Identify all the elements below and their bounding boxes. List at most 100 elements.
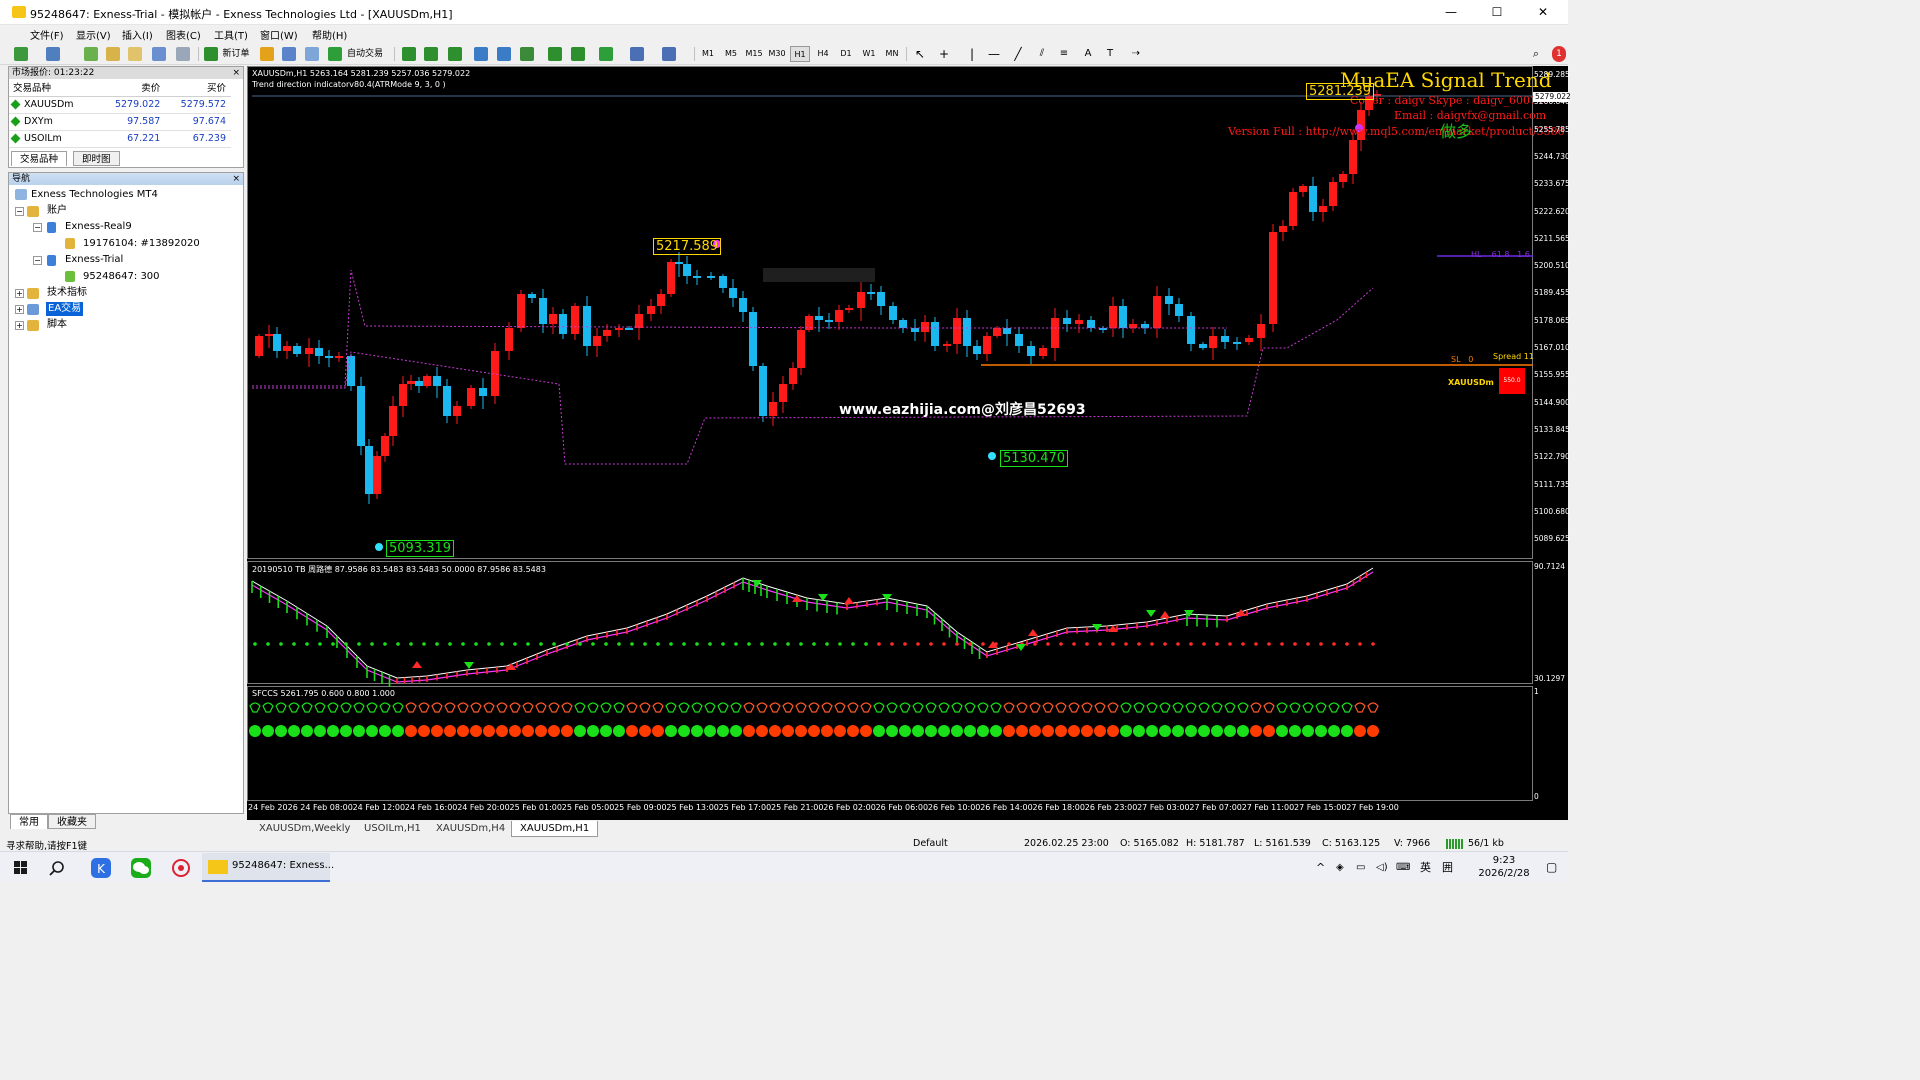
channel-icon[interactable]: ⫽	[1034, 46, 1050, 62]
chart-window[interactable]: XAUUSDm,H1 5263.164 5281.239 5257.036 52…	[247, 66, 1571, 820]
col-bid[interactable]: 卖价	[99, 79, 166, 97]
text-icon[interactable]: A	[1080, 46, 1096, 62]
tree-indicators[interactable]: 技术指标	[47, 286, 87, 300]
col-ask[interactable]: 买价	[165, 79, 231, 97]
new-order-button[interactable]: 新订单	[220, 46, 252, 62]
menu-chart[interactable]: 图表(C)	[166, 27, 201, 42]
tree-expert-advisors[interactable]: EA交易	[46, 302, 84, 316]
trendline-icon[interactable]: ╱	[1010, 46, 1026, 62]
tree-account-real[interactable]: 19176104: #13892020	[83, 237, 200, 251]
menu-window[interactable]: 窗口(W)	[260, 27, 298, 42]
volume-icon[interactable]: ◁)	[1376, 852, 1388, 883]
menu-file[interactable]: 文件(F)	[30, 27, 64, 42]
tree-account-trial[interactable]: 95248647: 300	[83, 270, 160, 284]
search-icon[interactable]: ⌕	[1528, 46, 1544, 62]
bar-chart-icon[interactable]	[402, 47, 416, 61]
tray-expand-icon[interactable]: ^	[1316, 852, 1325, 883]
expand-icon[interactable]: +	[15, 305, 24, 314]
cursor-icon[interactable]: ↖	[912, 46, 928, 62]
arrows-icon[interactable]: ⇢	[1126, 46, 1146, 62]
timeframe-h4[interactable]: H4	[813, 46, 833, 62]
col-symbol[interactable]: 交易品种	[9, 79, 100, 97]
timeframe-m1[interactable]: M1	[698, 46, 718, 62]
tab-favorites[interactable]: 收藏夹	[48, 814, 96, 829]
status-profile[interactable]: Default	[913, 838, 948, 849]
tab-xauusd-h4[interactable]: XAUUSDm,H4	[428, 821, 513, 837]
vertical-line-icon[interactable]: |	[964, 46, 980, 62]
chart-shift-icon[interactable]	[548, 47, 562, 61]
table-row[interactable]: DXYm 97.587 97.674	[9, 113, 231, 131]
market-watch-icon[interactable]	[84, 47, 98, 61]
tree-server-real[interactable]: Exness-Real9	[65, 220, 132, 234]
crosshair-icon[interactable]: +	[936, 46, 952, 62]
network-tool-icon[interactable]	[166, 856, 196, 880]
tile-windows-icon[interactable]	[520, 47, 534, 61]
timeframe-m15[interactable]: M15	[744, 46, 764, 62]
data-window-icon[interactable]	[106, 47, 120, 61]
collapse-icon[interactable]: −	[33, 256, 42, 265]
minimize-button[interactable]: —	[1428, 0, 1474, 25]
close-icon[interactable]: ×	[232, 173, 240, 185]
timeframe-h1[interactable]: H1	[790, 46, 810, 62]
menu-insert[interactable]: 插入(I)	[122, 27, 153, 42]
tab-xauusd-weekly[interactable]: XAUUSDm,Weekly	[251, 821, 358, 837]
tab-usoil-h1[interactable]: USOILm,H1	[356, 821, 429, 837]
menu-help[interactable]: 帮助(H)	[312, 27, 347, 42]
maximize-button[interactable]: ☐	[1474, 0, 1520, 25]
timeframe-m5[interactable]: M5	[721, 46, 741, 62]
terminal-icon[interactable]	[152, 47, 166, 61]
templates-icon[interactable]	[662, 47, 676, 61]
tab-xauusd-h1[interactable]: XAUUSDm,H1	[511, 821, 599, 837]
collapse-icon[interactable]: −	[15, 207, 24, 216]
table-row[interactable]: USOILm 67.221 67.239	[9, 130, 231, 148]
zoom-in-icon[interactable]	[474, 47, 488, 61]
search-icon[interactable]	[44, 856, 74, 880]
auto-trading-button[interactable]: 自动交易	[344, 46, 386, 62]
expand-icon[interactable]: +	[15, 321, 24, 330]
ime-language[interactable]: 英	[1420, 852, 1431, 883]
signals-icon[interactable]	[282, 47, 296, 61]
tree-accounts[interactable]: 账户	[47, 204, 67, 218]
windows-start-icon[interactable]	[6, 856, 36, 880]
ime-mode[interactable]: 囲	[1442, 852, 1453, 883]
collapse-icon[interactable]: −	[33, 223, 42, 232]
profiles-icon[interactable]	[46, 47, 60, 61]
wechat-icon[interactable]	[126, 856, 156, 880]
new-order-icon[interactable]	[204, 47, 218, 61]
notification-badge[interactable]: 1	[1552, 46, 1566, 62]
keyboard-icon[interactable]: ⌨	[1396, 852, 1410, 883]
taskbar-mt4-button[interactable]: 95248647: Exness...	[202, 853, 334, 882]
auto-trading-icon[interactable]	[328, 47, 342, 61]
tree-scripts[interactable]: 脚本	[47, 318, 67, 332]
timeframe-w1[interactable]: W1	[859, 46, 879, 62]
tab-tick-chart[interactable]: 即时图	[73, 151, 120, 166]
line-chart-icon[interactable]	[448, 47, 462, 61]
horizontal-line-icon[interactable]: —	[986, 46, 1002, 62]
kuaishou-app-icon[interactable]: K	[86, 856, 116, 880]
tree-root[interactable]: Exness Technologies MT4	[31, 188, 158, 202]
tab-symbols[interactable]: 交易品种	[11, 151, 68, 166]
close-icon[interactable]: ×	[232, 67, 240, 79]
close-button[interactable]: ✕	[1520, 0, 1566, 25]
menu-view[interactable]: 显示(V)	[76, 27, 111, 42]
notification-icon[interactable]: ▢	[1546, 852, 1557, 883]
tree-server-trial[interactable]: Exness-Trial	[65, 253, 123, 267]
periods-icon[interactable]	[630, 47, 644, 61]
autoscroll-icon[interactable]	[571, 47, 585, 61]
zoom-out-icon[interactable]	[497, 47, 511, 61]
market-icon[interactable]	[305, 47, 319, 61]
candlestick-icon[interactable]	[424, 47, 438, 61]
fibonacci-icon[interactable]: ≡	[1056, 46, 1072, 62]
metaeditor-icon[interactable]	[260, 47, 274, 61]
timeframe-d1[interactable]: D1	[836, 46, 856, 62]
display-icon[interactable]: ▭	[1356, 852, 1365, 883]
clock[interactable]: 9:23 2026/2/28	[1468, 854, 1540, 880]
menu-tools[interactable]: 工具(T)	[214, 27, 248, 42]
expand-icon[interactable]: +	[15, 289, 24, 298]
tester-icon[interactable]	[176, 47, 190, 61]
timeframe-mn[interactable]: MN	[882, 46, 902, 62]
tab-common[interactable]: 常用	[10, 814, 48, 829]
indicators-icon[interactable]	[599, 47, 613, 61]
text-label-icon[interactable]: T	[1102, 46, 1118, 62]
table-row[interactable]: XAUUSDm 5279.022 5279.572	[9, 96, 231, 114]
